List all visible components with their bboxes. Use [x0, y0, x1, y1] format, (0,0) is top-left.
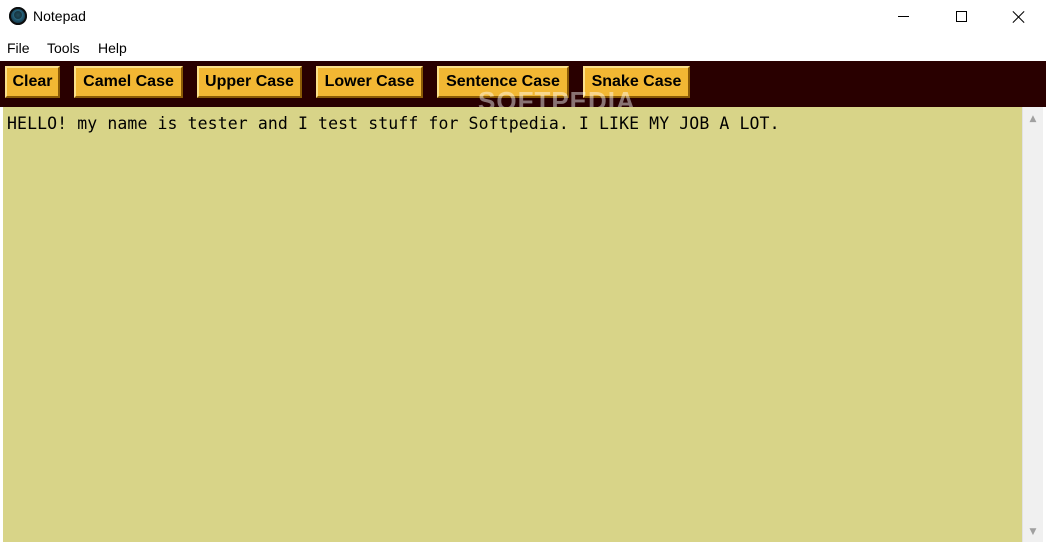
- clear-button[interactable]: Clear: [5, 66, 60, 98]
- menu-bar: File Tools Help: [0, 36, 1046, 61]
- toolbar: Clear Camel Case Upper Case Lower Case S…: [0, 61, 1046, 116]
- text-editor[interactable]: HELLO! my name is tester and I test stuf…: [3, 107, 1043, 542]
- menu-tools[interactable]: Tools: [47, 40, 80, 56]
- close-button[interactable]: [990, 0, 1046, 33]
- editor-content[interactable]: HELLO! my name is tester and I test stuf…: [7, 114, 1017, 133]
- minimize-button[interactable]: [874, 0, 932, 33]
- maximize-button[interactable]: [932, 0, 990, 33]
- lower-case-button[interactable]: Lower Case: [316, 66, 423, 98]
- scroll-down-arrow-icon[interactable]: ▼: [1023, 523, 1043, 540]
- snake-case-button[interactable]: Snake Case: [583, 66, 690, 98]
- window-title: Notepad: [33, 8, 86, 24]
- menu-help[interactable]: Help: [98, 40, 127, 56]
- menu-file[interactable]: File: [7, 40, 30, 56]
- sentence-case-button[interactable]: Sentence Case: [437, 66, 569, 98]
- upper-case-button[interactable]: Upper Case: [197, 66, 302, 98]
- camel-case-button[interactable]: Camel Case: [74, 66, 183, 98]
- close-icon: [1012, 10, 1026, 24]
- notepad-window: Notepad File Tools Help Clear Camel Case…: [0, 0, 1046, 544]
- scroll-up-arrow-icon[interactable]: ▲: [1023, 110, 1043, 127]
- title-bar[interactable]: Notepad: [0, 0, 1046, 35]
- app-icon: [9, 7, 27, 25]
- vertical-scrollbar[interactable]: ▲ ▼: [1022, 107, 1043, 542]
- minimize-icon: [897, 16, 909, 17]
- maximize-icon: [955, 11, 967, 22]
